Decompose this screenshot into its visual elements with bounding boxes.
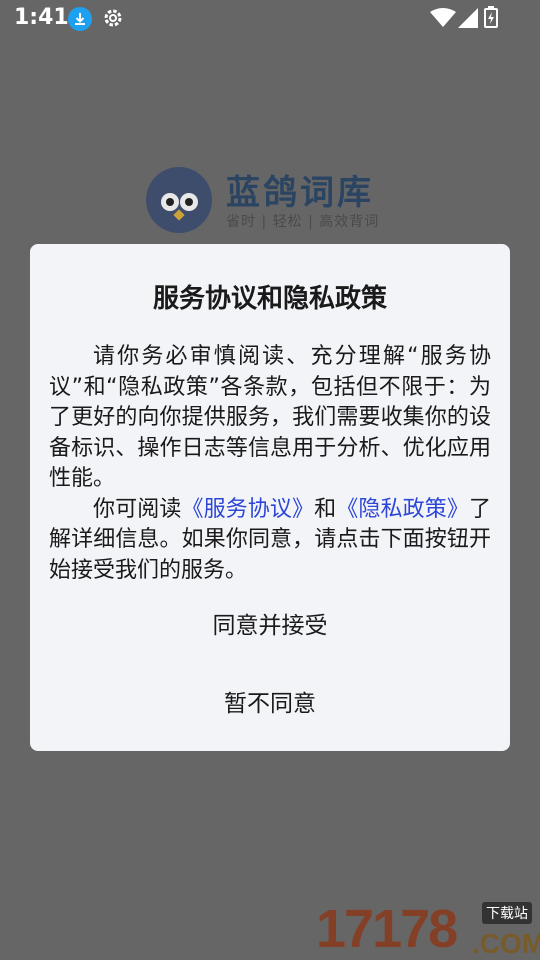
download-icon — [68, 7, 92, 31]
dialog-body: 请你务必审慎阅读、充分理解“服务协议”和“隐私政策”各条款，包括但不限于：为了更… — [49, 342, 491, 586]
signal-icon — [458, 8, 478, 28]
agree-button[interactable]: 同意并接受 — [30, 606, 510, 640]
watermark-domain: .COM — [472, 928, 540, 959]
wifi-icon — [430, 8, 456, 28]
status-time: 1:41 — [14, 5, 69, 30]
para2-prefix: 你可阅读 — [93, 496, 182, 522]
watermark-number: 17178 — [316, 899, 458, 959]
owl-logo-icon — [146, 167, 212, 233]
battery-icon — [484, 6, 498, 28]
watermark-badge: 下载站 — [482, 902, 532, 924]
disagree-button[interactable]: 暂不同意 — [30, 684, 510, 718]
para2-and: 和 — [314, 496, 337, 522]
app-name: 蓝鸽词库 — [226, 173, 374, 213]
splash-logo: 蓝鸽词库 省时 | 轻松 | 高效背词 — [146, 165, 396, 237]
dialog-title: 服务协议和隐私政策 — [152, 284, 387, 314]
dialog-paragraph-2: 你可阅读《服务协议》和《隐私政策》了解详细信息。如果你同意，请点击下面按钮开始接… — [49, 495, 491, 587]
privacy-policy-link[interactable]: 《隐私政策》 — [336, 497, 469, 522]
app-tagline: 省时 | 轻松 | 高效背词 — [226, 214, 380, 230]
service-agreement-link[interactable]: 《服务协议》 — [181, 497, 314, 522]
dialog-paragraph-1: 请你务必审慎阅读、充分理解“服务协议”和“隐私政策”各条款，包括但不限于：为了更… — [49, 344, 491, 491]
watermark-logo: 17178 下载站 .COM — [316, 898, 540, 960]
gear-icon — [102, 7, 124, 29]
status-bar: 1:41 — [0, 0, 540, 38]
privacy-dialog: 服务协议和隐私政策 请你务必审慎阅读、充分理解“服务协议”和“隐私政策”各条款，… — [30, 244, 510, 751]
